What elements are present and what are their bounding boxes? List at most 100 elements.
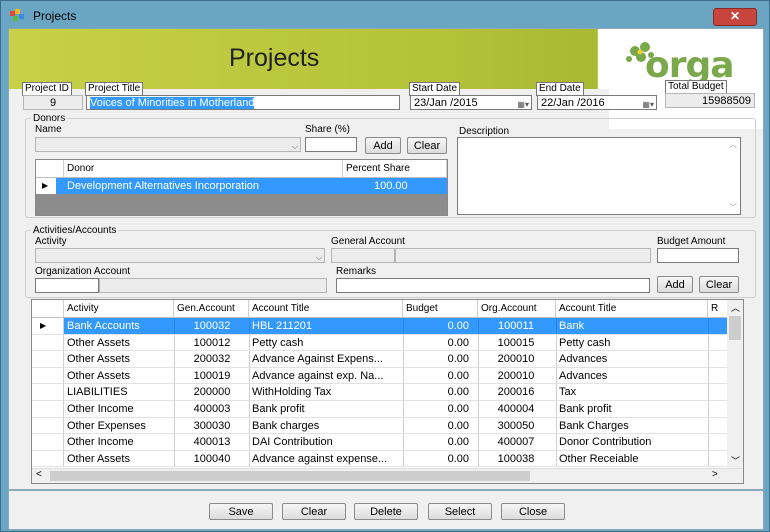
close-button[interactable]: Close	[501, 503, 565, 520]
scroll-left-icon[interactable]: <	[36, 469, 42, 480]
cell-gen: 100012	[193, 336, 231, 349]
general-account-title[interactable]	[395, 248, 651, 263]
cell-activity: Other Expenses	[67, 419, 146, 432]
vertical-scroll-thumb[interactable]	[729, 316, 741, 340]
table-row[interactable]: Other Income 400013 DAI Contribution 0.00 40…	[32, 434, 727, 451]
start-date-picker[interactable]: 23/Jan /2015 ▦▾	[410, 95, 532, 110]
column-divider	[708, 384, 709, 400]
account-title-column-header[interactable]: Account Title	[249, 300, 403, 318]
grid-horizontal-scrollbar[interactable]: < >	[32, 468, 743, 483]
window-close-button[interactable]: ✕	[713, 8, 757, 26]
cell-org-title: Advances	[559, 353, 608, 366]
gen-account-column-header[interactable]: Gen.Account	[174, 300, 249, 318]
org-account-code[interactable]	[35, 278, 99, 293]
projects-window: Projects ✕ Projects orga Project ID 9 Pr…	[0, 0, 770, 532]
end-date-picker[interactable]: 22/Jan /2016 ▦▾	[537, 95, 657, 110]
org-account-title-column-header[interactable]: Account Title	[556, 300, 708, 318]
save-button[interactable]: Save	[209, 503, 273, 520]
donor-row[interactable]: ▶ Development Alternatives Incorporation…	[36, 178, 447, 194]
description-textarea[interactable]	[457, 137, 741, 215]
column-divider	[403, 318, 404, 334]
scroll-down-icon[interactable]: ﹀	[729, 202, 737, 213]
cell-org-title: Bank profit	[559, 403, 612, 415]
column-divider	[174, 401, 175, 417]
row-header-cell[interactable]	[32, 384, 64, 400]
scroll-up-icon[interactable]: ︿	[729, 139, 737, 150]
select-button[interactable]: Select	[428, 503, 492, 520]
table-row[interactable]: ▶ Bank Accounts 100032 HBL 211201 0.00 100011…	[32, 318, 727, 335]
column-divider	[556, 401, 557, 417]
row-header-cell[interactable]	[32, 450, 64, 467]
donor-clear-button[interactable]: Clear	[407, 137, 447, 154]
row-header-cell[interactable]	[32, 401, 64, 417]
calendar-dropdown-icon[interactable]: ▦▾	[517, 97, 529, 109]
table-row[interactable]: Other Income 400003 Bank profit 0.00 400004 B…	[32, 401, 727, 418]
description-scrollbar[interactable]: ︿ ﹀	[725, 137, 741, 215]
clear-button[interactable]: Clear	[282, 503, 346, 520]
budget-column-header[interactable]: Budget	[403, 300, 478, 318]
table-row[interactable]: Other Assets 200032 Advance Against Expens…	[32, 351, 727, 368]
scroll-down-icon[interactable]: ﹀	[731, 454, 740, 467]
chevron-down-icon: ⌵	[315, 253, 322, 262]
budget-amount-label: Budget Amount	[657, 236, 726, 247]
remarks-input[interactable]	[336, 278, 650, 293]
column-divider	[708, 417, 709, 434]
org-account-column-header[interactable]: Org.Account	[478, 300, 556, 318]
share-input[interactable]	[305, 137, 357, 152]
org-account-title[interactable]	[99, 278, 327, 293]
cell-title: HBL 211201	[252, 320, 312, 332]
table-row[interactable]: Other Expenses 300030 Bank charges 0.00 3000…	[32, 417, 727, 435]
remarks-column-header[interactable]: R	[708, 300, 728, 318]
column-divider	[708, 434, 709, 450]
percent-share-column-header[interactable]: Percent Share	[343, 160, 447, 178]
grid-vertical-scrollbar[interactable]: ︿ ﹀	[727, 300, 743, 468]
cell-budget: 0.00	[447, 419, 469, 432]
project-title-field[interactable]: Voices of Minorities in Motherland	[86, 95, 400, 110]
column-divider	[249, 318, 250, 334]
cell-budget: 0.00	[447, 336, 469, 349]
scroll-up-icon[interactable]: ︿	[731, 301, 740, 314]
table-row[interactable]: LIABILITIES 200000 WithHolding Tax 0.00 2000…	[32, 384, 727, 401]
donor-name-combo[interactable]: ⌵	[35, 137, 301, 152]
cell-org: 200010	[497, 353, 535, 366]
row-header-cell[interactable]	[32, 334, 64, 351]
cell-org: 100015	[497, 336, 535, 349]
activity-column-header[interactable]: Activity	[64, 300, 174, 318]
donor-cell: Development Alternatives Incorporation	[67, 180, 259, 192]
row-header-cell[interactable]	[32, 367, 64, 384]
cell-org: 300050	[497, 419, 535, 432]
cell-budget: 0.00	[447, 353, 469, 366]
delete-button[interactable]: Delete	[354, 503, 418, 520]
cell-title: Petty cash	[252, 336, 304, 349]
cell-org: 400007	[497, 436, 535, 449]
cell-budget: 0.00	[447, 386, 469, 399]
cell-activity: Other Assets	[67, 452, 130, 465]
donor-column-header[interactable]: Donor	[64, 160, 343, 178]
table-row[interactable]: Other Assets 100040 Advance against expens…	[32, 450, 727, 468]
cell-budget: 0.00	[447, 369, 469, 382]
horizontal-scroll-thumb[interactable]	[50, 471, 530, 481]
calendar-dropdown-icon[interactable]: ▦▾	[642, 97, 654, 109]
general-account-code[interactable]	[331, 248, 395, 263]
cell-title: WithHolding Tax	[252, 386, 332, 399]
cell-gen: 100032	[193, 320, 231, 332]
donor-add-button[interactable]: Add	[365, 137, 401, 154]
table-row[interactable]: Other Assets 100019 Advance against exp. N…	[32, 367, 727, 385]
table-row[interactable]: Other Assets 100012 Petty cash 0.00 100015 Pe…	[32, 334, 727, 352]
scroll-right-icon[interactable]: >	[712, 469, 718, 480]
row-header-cell[interactable]	[32, 351, 64, 367]
row-header-cell[interactable]	[32, 417, 64, 434]
row-pointer-icon[interactable]: ▶	[32, 318, 64, 334]
activity-combo[interactable]: ⌵	[35, 248, 325, 263]
activity-add-button[interactable]: Add	[657, 276, 693, 293]
cell-budget: 0.00	[447, 320, 469, 332]
column-divider	[249, 450, 250, 467]
cell-activity: Other Assets	[67, 336, 130, 349]
activity-clear-button[interactable]: Clear	[699, 276, 739, 293]
cell-org: 100038	[497, 452, 535, 465]
column-divider	[556, 367, 557, 384]
cell-activity: Other Income	[67, 403, 134, 415]
total-budget-field: 15988509	[665, 93, 755, 108]
budget-amount-input[interactable]	[657, 248, 739, 263]
row-header-cell[interactable]	[32, 434, 64, 450]
